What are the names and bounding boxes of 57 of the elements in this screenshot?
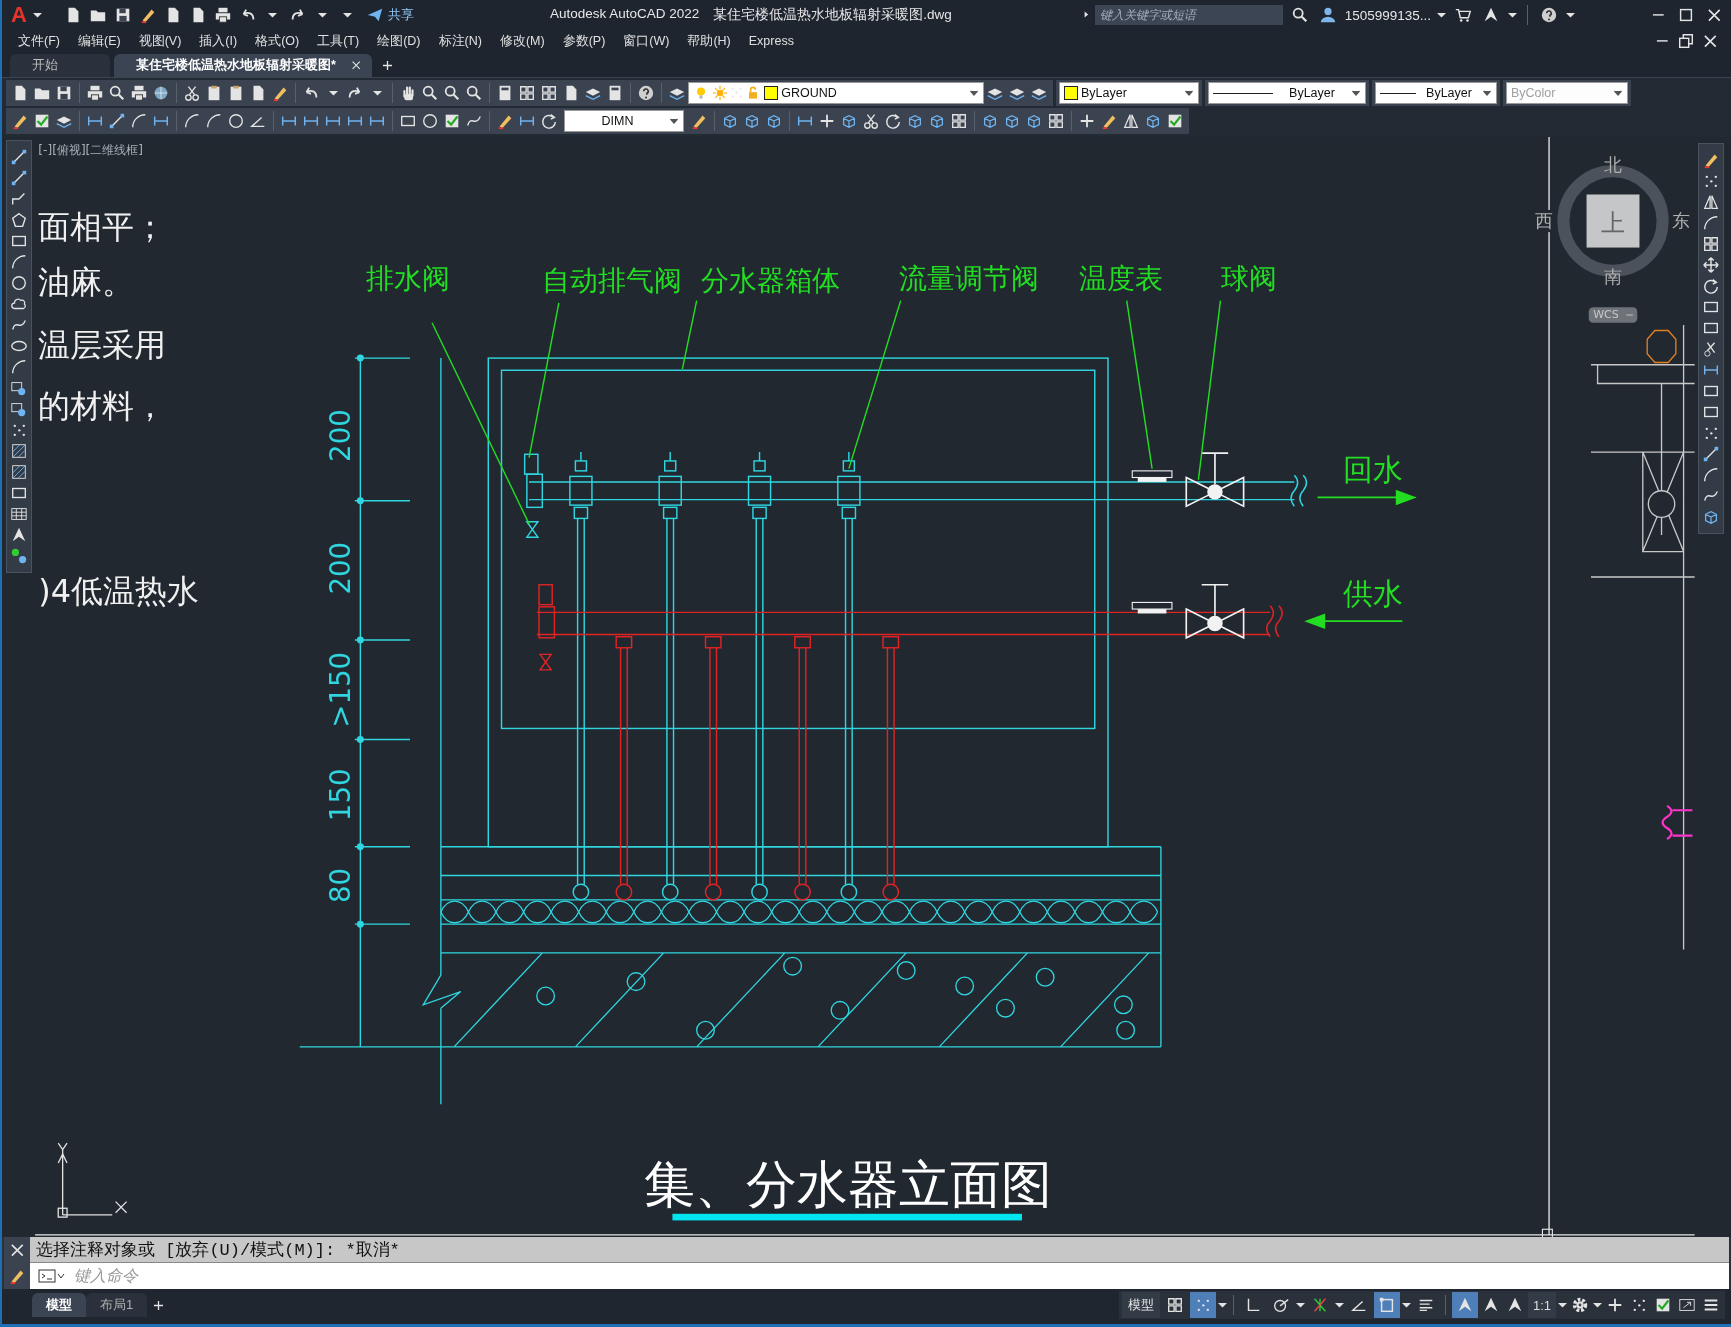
callout-label: 球阀 <box>1221 262 1278 296</box>
window-title: Autodesk AutoCAD 2022 <box>549 6 700 23</box>
note-text: )4低温热水 <box>38 572 199 611</box>
document-tab[interactable]: 开始 <box>10 54 110 77</box>
menu-item[interactable]: 编辑(E) <box>71 32 133 50</box>
compass-south[interactable]: 南 <box>1604 267 1622 288</box>
menu-item[interactable]: 帮助(H) <box>681 32 743 50</box>
note-text: 面相平； <box>38 207 167 246</box>
dimension-style-dropdown[interactable]: DIMN <box>564 110 684 132</box>
menu-item[interactable]: 标注(N) <box>432 32 494 50</box>
viewport-controls[interactable]: [-][俯视][二维线框] <box>38 142 143 157</box>
note-text: 油麻。 <box>38 262 135 301</box>
linetype-dropdown[interactable]: ByLayer <box>1208 82 1366 104</box>
compass-west[interactable]: 西 <box>1534 211 1553 232</box>
callout-label: 分水器箱体 <box>700 264 841 298</box>
command-history: 选择注释对象或 [放弃(U)/模式(M)]: *取消* <box>30 1237 1729 1263</box>
compass-north[interactable]: 北 <box>1604 154 1622 175</box>
menu-item[interactable]: 格式(O) <box>249 32 312 50</box>
dimension-text: 150 <box>324 768 357 822</box>
ucs-label: WCS <box>1593 308 1619 322</box>
model-space-button[interactable]: 模型 <box>1121 1292 1160 1318</box>
app-logo[interactable]: A <box>8 2 30 28</box>
layout-tab[interactable]: 布局1 <box>86 1293 148 1317</box>
lineweight-dropdown[interactable]: ByLayer <box>1375 82 1497 104</box>
note-text: 温层采用 <box>38 325 167 364</box>
dimension-text: 80 <box>324 867 357 904</box>
search-field[interactable]: 键入关键字或短语 <box>1094 5 1283 25</box>
user-name[interactable]: 1505999135... <box>1344 7 1431 23</box>
menu-item[interactable]: 修改(M) <box>493 32 557 50</box>
plot-style-dropdown: ByColor <box>1506 82 1628 104</box>
color-dropdown[interactable]: ByLayer <box>1059 82 1199 104</box>
dimension-text: 200 <box>324 541 357 595</box>
file-name: 某住宅楼低温热水地板辐射采暖图.dwg <box>713 6 952 24</box>
annotation-scale-button[interactable]: 1:1 <box>1527 1292 1556 1318</box>
dimension-text: >150 <box>324 651 357 728</box>
layout-tab[interactable]: 模型 <box>32 1293 86 1317</box>
menu-item[interactable]: 窗口(W) <box>617 32 682 50</box>
note-text: 的材料， <box>38 386 167 425</box>
menu-item[interactable]: 参数(P) <box>556 32 618 50</box>
menu-item[interactable]: 工具(T) <box>311 32 372 50</box>
menu-item[interactable]: Express <box>742 34 806 48</box>
callout-label: 排水阀 <box>365 262 450 296</box>
compass-east[interactable]: 东 <box>1672 211 1691 232</box>
flow-label: 供水 <box>1342 576 1403 612</box>
callout-label: 流量调节阀 <box>899 262 1039 296</box>
callout-label: 自动排气阀 <box>541 264 682 298</box>
menu-item[interactable]: 插入(I) <box>193 32 250 50</box>
layer-dropdown[interactable]: GROUND <box>688 82 984 104</box>
share-button[interactable]: 共享 <box>361 6 418 24</box>
menu-item[interactable]: 绘图(D) <box>371 32 433 50</box>
flow-label: 回水 <box>1342 452 1403 488</box>
callout-label: 温度表 <box>1079 262 1164 296</box>
dimension-text: 200 <box>324 409 357 462</box>
menu-item[interactable]: 视图(V) <box>132 32 194 50</box>
drawing-title: 集、分水器立面图 <box>644 1154 1052 1214</box>
document-tab[interactable]: 某住宅楼低温热水地板辐射采暖图* <box>114 54 373 77</box>
menu-item[interactable]: 文件(F) <box>12 32 72 50</box>
